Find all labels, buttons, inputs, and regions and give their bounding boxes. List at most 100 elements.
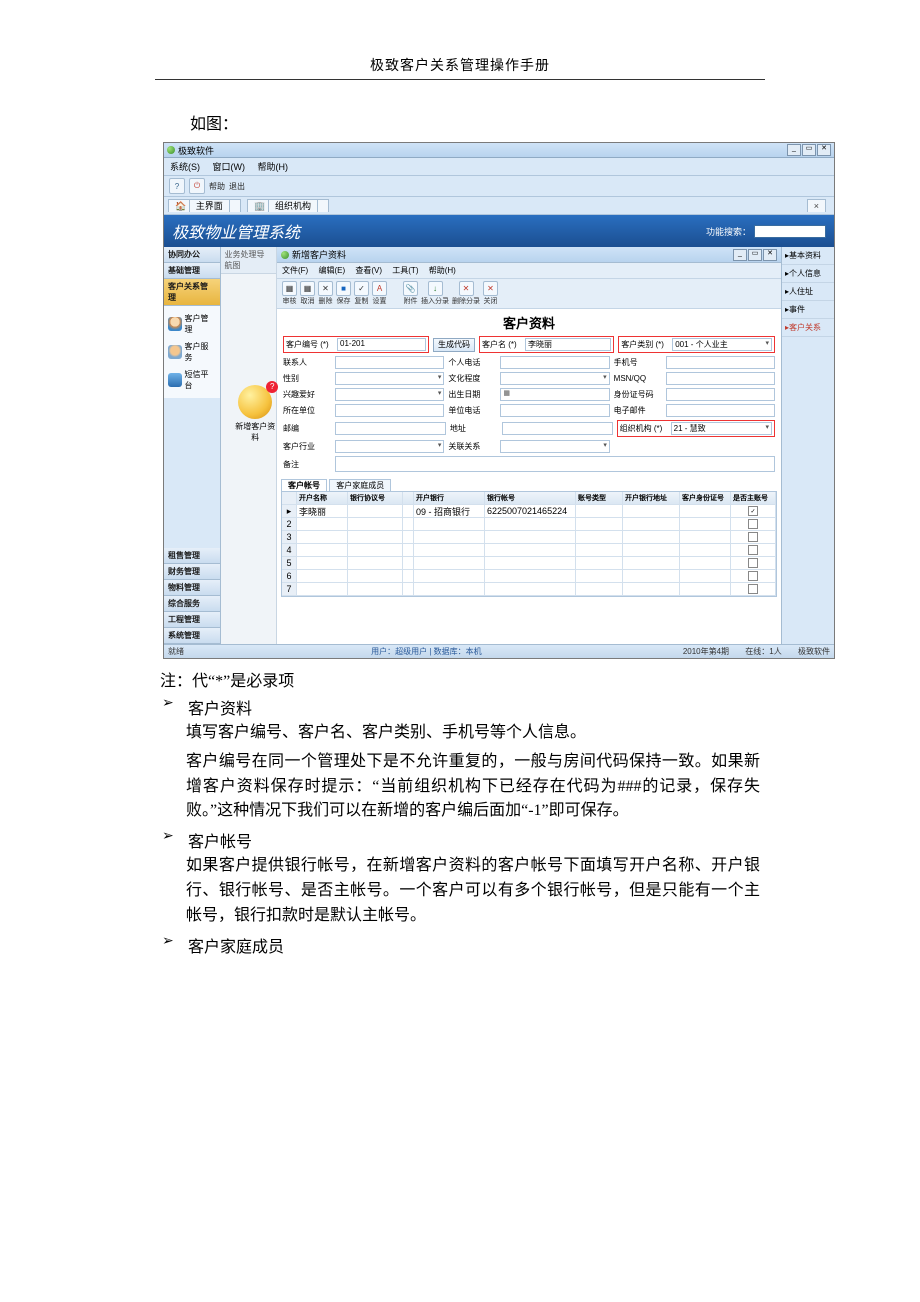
child-min-icon[interactable]: _ — [733, 249, 747, 261]
tb-save[interactable]: ■保存 — [336, 281, 351, 306]
nav-sect-rent[interactable]: 租售管理 — [164, 548, 220, 564]
rnav-personal[interactable]: ▸个人信息 — [782, 265, 834, 283]
status-online: 在线：1人 — [745, 647, 781, 656]
lbl-ctel: 单位电话 — [448, 405, 496, 416]
fmenu-view[interactable]: 查看(V) — [355, 266, 382, 275]
sex-select[interactable] — [335, 372, 444, 385]
form-area: 新增客户资料 _ ▭ ✕ 文件(F) 编辑(E) 查看(V) 工具(T) 帮助(… — [277, 247, 781, 644]
fmenu-help[interactable]: 帮助(H) — [429, 266, 456, 275]
minimize-icon[interactable]: _ — [787, 144, 801, 156]
rnav-address[interactable]: ▸人住址 — [782, 283, 834, 301]
tb-settings[interactable]: A设置 — [372, 281, 387, 306]
tab-family-members[interactable]: 客户家庭成员 — [329, 479, 391, 491]
ctel-input[interactable] — [500, 404, 609, 417]
lbl-contact: 联系人 — [283, 357, 331, 368]
msn-input[interactable] — [666, 372, 775, 385]
tab-close-icon[interactable]: × — [807, 199, 826, 212]
child-close-icon[interactable]: ✕ — [763, 249, 777, 261]
tel-input[interactable] — [500, 356, 609, 369]
fmenu-file[interactable]: 文件(F) — [282, 266, 308, 275]
rnav-relations[interactable]: ▸客户关系 — [782, 319, 834, 337]
tab-bar: 🏠 主界面 🏢 组织机构 × — [164, 197, 834, 215]
close-icon[interactable]: ✕ — [817, 144, 831, 156]
birth-date-input[interactable] — [500, 388, 609, 401]
mobile-input[interactable] — [666, 356, 775, 369]
table-row[interactable]: 2 — [282, 518, 776, 531]
remark-input[interactable] — [335, 456, 775, 472]
org-select[interactable]: 21 - 慧致 — [671, 422, 772, 435]
idcard-input[interactable] — [666, 388, 775, 401]
main-toolbar: ? ⏻ 帮助 退出 — [164, 176, 834, 197]
tb-attach[interactable]: 📎附件 — [403, 281, 418, 306]
main-account-checkbox[interactable]: ✓ — [748, 506, 758, 516]
email-input[interactable] — [666, 404, 775, 417]
nav-sect-material[interactable]: 物料管理 — [164, 580, 220, 596]
table-row[interactable]: ▸ 李晓丽 09 - 招商银行 6225007021465224 ✓ — [282, 505, 776, 518]
menu-help[interactable]: 帮助(H) — [258, 162, 289, 172]
edu-select[interactable] — [500, 372, 609, 385]
tb-delete[interactable]: ✕删除 — [318, 281, 333, 306]
close-form-icon: ✕ — [483, 281, 498, 296]
rnav-basic[interactable]: ▸基本资料 — [782, 247, 834, 265]
delete-icon: ✕ — [318, 281, 333, 296]
lbl-mobile: 手机号 — [614, 357, 662, 368]
industry-select[interactable] — [335, 440, 444, 453]
menu-system[interactable]: 系统(S) — [170, 162, 200, 172]
save-icon: ■ — [336, 281, 351, 296]
nav-item-customer-mgmt[interactable]: 客户管理 — [166, 310, 218, 338]
nav-sect-base[interactable]: 基础管理 — [164, 263, 220, 279]
menu-window[interactable]: 窗口(W) — [213, 162, 246, 172]
tb-copy[interactable]: ✓复制 — [354, 281, 369, 306]
child-max-icon[interactable]: ▭ — [748, 249, 762, 261]
tab-main[interactable]: 🏠 主界面 — [168, 199, 241, 212]
generate-code-button[interactable]: 生成代码 — [433, 338, 475, 352]
lbl-company: 所在单位 — [283, 405, 331, 416]
tb-cancel[interactable]: ▦取消 — [300, 281, 315, 306]
maximize-icon[interactable]: ▭ — [802, 144, 816, 156]
note-required: 注：代“*”是必录项 — [160, 667, 760, 691]
table-row[interactable]: 3 — [282, 531, 776, 544]
table-row[interactable]: 6 — [282, 570, 776, 583]
search-input[interactable] — [754, 225, 826, 238]
add-customer-icon[interactable]: 新增客户资料 — [235, 385, 277, 443]
tb-close[interactable]: ✕关闭 — [483, 281, 498, 306]
fmenu-tool[interactable]: 工具(T) — [392, 266, 418, 275]
related-select[interactable] — [500, 440, 609, 453]
tab-org[interactable]: 🏢 组织机构 — [247, 199, 329, 212]
nav-sect-general[interactable]: 综合服务 — [164, 596, 220, 612]
hobby-select[interactable] — [335, 388, 444, 401]
lbl-zip: 邮编 — [283, 423, 331, 434]
tb-del-row[interactable]: ✕删除分录 — [452, 281, 480, 306]
field-org: 组织机构 (*) 21 - 慧致 — [617, 420, 775, 437]
help-icon[interactable]: ? — [169, 178, 185, 194]
tab-bank-accounts[interactable]: 客户帐号 — [281, 479, 327, 491]
zip-input[interactable] — [335, 422, 446, 435]
table-row[interactable]: 7 — [282, 583, 776, 596]
fmenu-edit[interactable]: 编辑(E) — [318, 266, 345, 275]
table-row[interactable]: 4 — [282, 544, 776, 557]
company-input[interactable] — [335, 404, 444, 417]
customer-type-select[interactable]: 001 - 个人业主 — [672, 338, 772, 351]
nav-item-sms[interactable]: 短信平台 — [166, 366, 218, 394]
lbl-remark: 备注 — [283, 459, 331, 470]
nav-sect-crm[interactable]: 客户关系管理 — [164, 279, 220, 306]
nav-sect-collab[interactable]: 协同办公 — [164, 247, 220, 263]
tb-audit[interactable]: ▦审核 — [282, 281, 297, 306]
lbl-sex: 性别 — [283, 373, 331, 384]
lbl-industry: 客户行业 — [283, 441, 331, 452]
contact-input[interactable] — [335, 356, 444, 369]
tb-insert-row[interactable]: ↓插入分录 — [421, 281, 449, 306]
customer-code-input[interactable]: 01-201 — [337, 338, 426, 351]
nav-item-customer-service[interactable]: 客户服务 — [166, 338, 218, 366]
addr-input[interactable] — [502, 422, 613, 435]
nav-sect-finance[interactable]: 财务管理 — [164, 564, 220, 580]
rnav-events[interactable]: ▸事件 — [782, 301, 834, 319]
bullet-family: ➢ 客户家庭成员 — [160, 933, 760, 957]
nav-sect-project[interactable]: 工程管理 — [164, 612, 220, 628]
nav-sect-system[interactable]: 系统管理 — [164, 628, 220, 644]
banner: 极致物业管理系统 功能搜索： — [164, 215, 834, 247]
table-row[interactable]: 5 — [282, 557, 776, 570]
customer-name-input[interactable]: 李晓丽 — [525, 338, 611, 351]
exit-icon[interactable]: ⏻ — [189, 178, 205, 194]
service-icon — [168, 345, 182, 359]
